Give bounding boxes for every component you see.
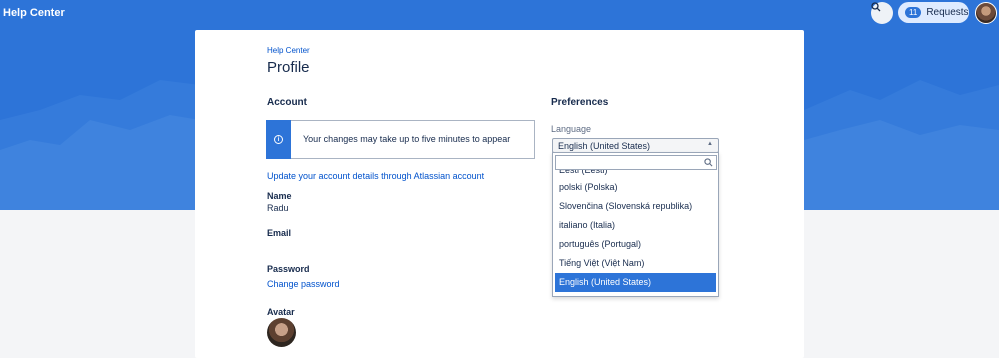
info-message: Your changes may take up to five minutes… <box>303 134 511 144</box>
breadcrumb[interactable]: Help Center <box>267 46 310 55</box>
language-option[interactable]: Slovenčina (Slovenská republika) <box>553 197 718 216</box>
language-option[interactable]: polski (Polska) <box>553 178 718 197</box>
name-label: Name <box>267 191 292 201</box>
search-button[interactable] <box>871 2 893 24</box>
language-dropdown: Eesti (Eesti) polski (Polska) Slovenčina… <box>552 152 719 297</box>
language-option[interactable]: Tiếng Việt (Việt Nam) <box>553 254 718 273</box>
language-option-selected[interactable]: English (United States) <box>555 273 716 292</box>
search-icon <box>871 2 881 12</box>
update-account-link[interactable]: Update your account details through Atla… <box>267 171 484 181</box>
search-icon <box>704 158 713 167</box>
avatar-label: Avatar <box>267 307 295 317</box>
avatar[interactable] <box>267 318 296 347</box>
language-option[interactable]: italiano (Italia) <box>553 216 718 235</box>
language-search-input[interactable] <box>555 155 717 170</box>
help-center-title[interactable]: Help Center <box>3 7 65 19</box>
language-options: Eesti (Eesti) polski (Polska) Slovenčina… <box>553 167 718 292</box>
requests-label: Requests <box>926 7 969 18</box>
info-icon: i <box>274 135 283 144</box>
info-banner: i Your changes may take up to five minut… <box>266 120 535 159</box>
language-selected-value: English (United States) <box>558 141 651 151</box>
page-title: Profile <box>267 59 310 76</box>
requests-button[interactable]: 11 Requests <box>898 2 969 23</box>
user-avatar-button[interactable] <box>975 2 997 24</box>
language-select[interactable]: English (United States) ▲ <box>552 138 719 153</box>
language-label: Language <box>551 124 592 134</box>
preferences-heading: Preferences <box>551 97 609 108</box>
profile-card: Help Center Profile Account i Your chang… <box>195 30 804 358</box>
language-option[interactable]: português (Portugal) <box>553 235 718 254</box>
name-value: Radu <box>267 203 289 213</box>
account-heading: Account <box>267 97 307 108</box>
change-password-link[interactable]: Change password <box>267 279 340 289</box>
email-label: Email <box>267 228 292 238</box>
password-label: Password <box>267 264 310 274</box>
requests-count-badge: 11 <box>905 7 922 18</box>
caret-up-icon: ▲ <box>707 141 713 147</box>
